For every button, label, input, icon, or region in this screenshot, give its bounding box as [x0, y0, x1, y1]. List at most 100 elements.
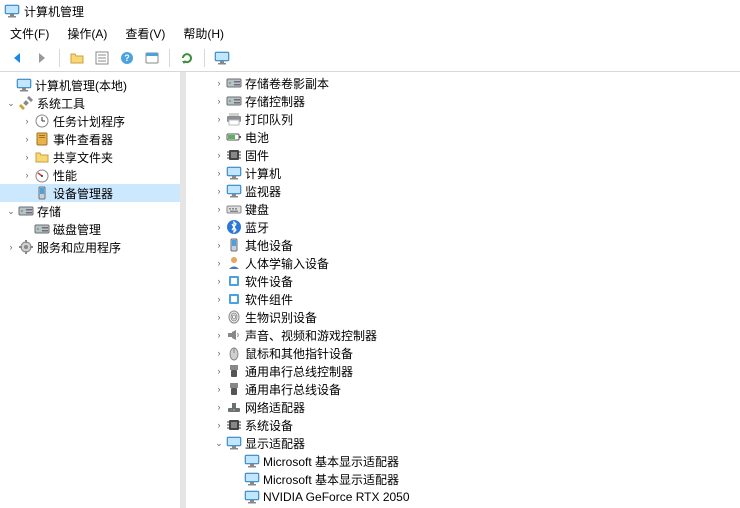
device-category[interactable]: ›其他设备 — [186, 236, 740, 254]
twisty-expanded-icon[interactable]: ⌄ — [212, 436, 226, 450]
device-category[interactable]: Microsoft 基本显示适配器 — [186, 452, 740, 470]
device-category[interactable]: › 存储控制器 — [186, 92, 740, 110]
device-category[interactable]: ›软件组件 — [186, 290, 740, 308]
device-label: 计算机 — [245, 165, 281, 182]
tree-task-scheduler[interactable]: › 任务计划程序 — [0, 112, 180, 130]
tree-performance[interactable]: › 性能 — [0, 166, 180, 184]
toolbar — [0, 44, 740, 72]
device-category[interactable]: ›存储卷卷影副本 — [186, 74, 740, 92]
twisty-collapsed-icon[interactable]: › — [212, 274, 226, 288]
device-category[interactable]: NVIDIA GeForce RTX 2050 — [186, 488, 740, 506]
twisty-collapsed-icon[interactable]: › — [212, 238, 226, 252]
twisty-collapsed-icon[interactable]: › — [212, 202, 226, 216]
twisty-collapsed-icon[interactable]: › — [4, 240, 18, 254]
twisty-collapsed-icon[interactable]: › — [212, 130, 226, 144]
device-category[interactable]: ›键盘 — [186, 200, 740, 218]
device-label: 蓝牙 — [245, 219, 269, 236]
show-hide-tree-button[interactable] — [66, 47, 88, 69]
device-tree[interactable]: ›存储卷卷影副本›存储控制器›打印队列›电池›固件›计算机›监视器›键盘›蓝牙›… — [186, 72, 740, 508]
twisty-collapsed-icon[interactable]: › — [212, 184, 226, 198]
forward-button[interactable] — [31, 47, 53, 69]
device-category[interactable]: ›声音、视频和游戏控制器 — [186, 326, 740, 344]
computer-management-icon — [16, 77, 32, 93]
menu-help[interactable]: 帮助(H) — [179, 24, 228, 43]
properties-button[interactable] — [91, 47, 113, 69]
twisty-collapsed-icon[interactable]: › — [212, 76, 226, 90]
twisty-collapsed-icon[interactable]: › — [20, 168, 34, 182]
device-label: 电池 — [245, 129, 269, 146]
device-category[interactable]: › 电池 — [186, 128, 740, 146]
tree-services-apps[interactable]: › 服务和应用程序 — [0, 238, 180, 256]
twisty-expanded-icon[interactable]: ⌄ — [4, 204, 18, 218]
help-button[interactable] — [116, 47, 138, 69]
sound-icon — [226, 327, 242, 343]
device-category[interactable]: ›系统设备 — [186, 416, 740, 434]
twisty-collapsed-icon[interactable]: › — [20, 132, 34, 146]
battery-icon — [226, 129, 242, 145]
device-category[interactable]: › 鼠标和其他指针设备 — [186, 344, 740, 362]
twisty-collapsed-icon[interactable]: › — [212, 418, 226, 432]
tree-label: 服务和应用程序 — [37, 239, 121, 256]
device-category[interactable]: Microsoft 基本显示适配器 — [186, 470, 740, 488]
device-category[interactable]: › 蓝牙 — [186, 218, 740, 236]
twisty-collapsed-icon[interactable]: › — [20, 114, 34, 128]
twisty-collapsed-icon[interactable]: › — [20, 150, 34, 164]
twisty-collapsed-icon[interactable]: › — [212, 292, 226, 306]
tree-root[interactable]: 计算机管理(本地) — [0, 76, 180, 94]
back-button[interactable] — [6, 47, 28, 69]
device-category[interactable]: › 网络适配器 — [186, 398, 740, 416]
device-category[interactable]: ›监视器 — [186, 182, 740, 200]
tree-event-viewer[interactable]: › 事件查看器 — [0, 130, 180, 148]
tree-shared-folders[interactable]: › 共享文件夹 — [0, 148, 180, 166]
scan-hardware-button[interactable] — [211, 47, 233, 69]
device-category[interactable]: › 计算机 — [186, 164, 740, 182]
print-queue-icon — [226, 111, 242, 127]
device-category[interactable]: ›软件设备 — [186, 272, 740, 290]
software-device-icon — [226, 273, 242, 289]
device-category[interactable]: ›固件 — [186, 146, 740, 164]
tree-system-tools[interactable]: ⌄ 系统工具 — [0, 94, 180, 112]
tree-disk-management[interactable]: 磁盘管理 — [0, 220, 180, 238]
twisty-collapsed-icon[interactable]: › — [212, 400, 226, 414]
twisty-collapsed-icon[interactable]: › — [212, 328, 226, 342]
refresh-button[interactable] — [176, 47, 198, 69]
twisty-collapsed-icon[interactable]: › — [212, 112, 226, 126]
device-category[interactable]: ›生物识别设备 — [186, 308, 740, 326]
device-category[interactable]: ⌄显示适配器 — [186, 434, 740, 452]
menu-file[interactable]: 文件(F) — [6, 24, 53, 43]
storage-icon — [18, 203, 34, 219]
tree-storage[interactable]: ⌄ 存储 — [0, 202, 180, 220]
network-adapter-icon — [226, 399, 242, 415]
shadow-copy-icon — [226, 75, 242, 91]
device-category[interactable]: ›通用串行总线设备 — [186, 380, 740, 398]
twisty-collapsed-icon[interactable]: › — [212, 310, 226, 324]
twisty-collapsed-icon[interactable]: › — [212, 94, 226, 108]
device-label: 网络适配器 — [245, 399, 305, 416]
menu-action[interactable]: 操作(A) — [63, 24, 111, 43]
device-label: 存储控制器 — [245, 93, 305, 110]
titlebar: 计算机管理 — [0, 0, 740, 22]
keyboard-icon — [226, 201, 242, 217]
twisty-icon — [2, 78, 16, 92]
twisty-collapsed-icon[interactable]: › — [212, 382, 226, 396]
twisty-collapsed-icon[interactable]: › — [212, 364, 226, 378]
twisty-collapsed-icon[interactable]: › — [212, 346, 226, 360]
device-category[interactable]: ›打印队列 — [186, 110, 740, 128]
storage-controller-icon — [226, 93, 242, 109]
other-devices-icon — [226, 237, 242, 253]
twisty-expanded-icon[interactable]: ⌄ — [4, 96, 18, 110]
tree-device-manager[interactable]: 设备管理器 — [0, 184, 180, 202]
device-category[interactable]: ›人体学输入设备 — [186, 254, 740, 272]
device-label: 鼠标和其他指针设备 — [245, 345, 353, 362]
usb-controller-icon — [226, 363, 242, 379]
shared-folders-icon — [34, 149, 50, 165]
twisty-collapsed-icon[interactable]: › — [212, 220, 226, 234]
twisty-collapsed-icon[interactable]: › — [212, 256, 226, 270]
view-mode-button[interactable] — [141, 47, 163, 69]
device-category[interactable]: ›通用串行总线控制器 — [186, 362, 740, 380]
twisty-collapsed-icon[interactable]: › — [212, 166, 226, 180]
menu-view[interactable]: 查看(V) — [121, 24, 169, 43]
console-tree[interactable]: 计算机管理(本地) ⌄ 系统工具 › 任务计划程序 › 事件查看器 › 共享文件… — [0, 72, 186, 508]
disk-management-icon — [34, 221, 50, 237]
twisty-collapsed-icon[interactable]: › — [212, 148, 226, 162]
